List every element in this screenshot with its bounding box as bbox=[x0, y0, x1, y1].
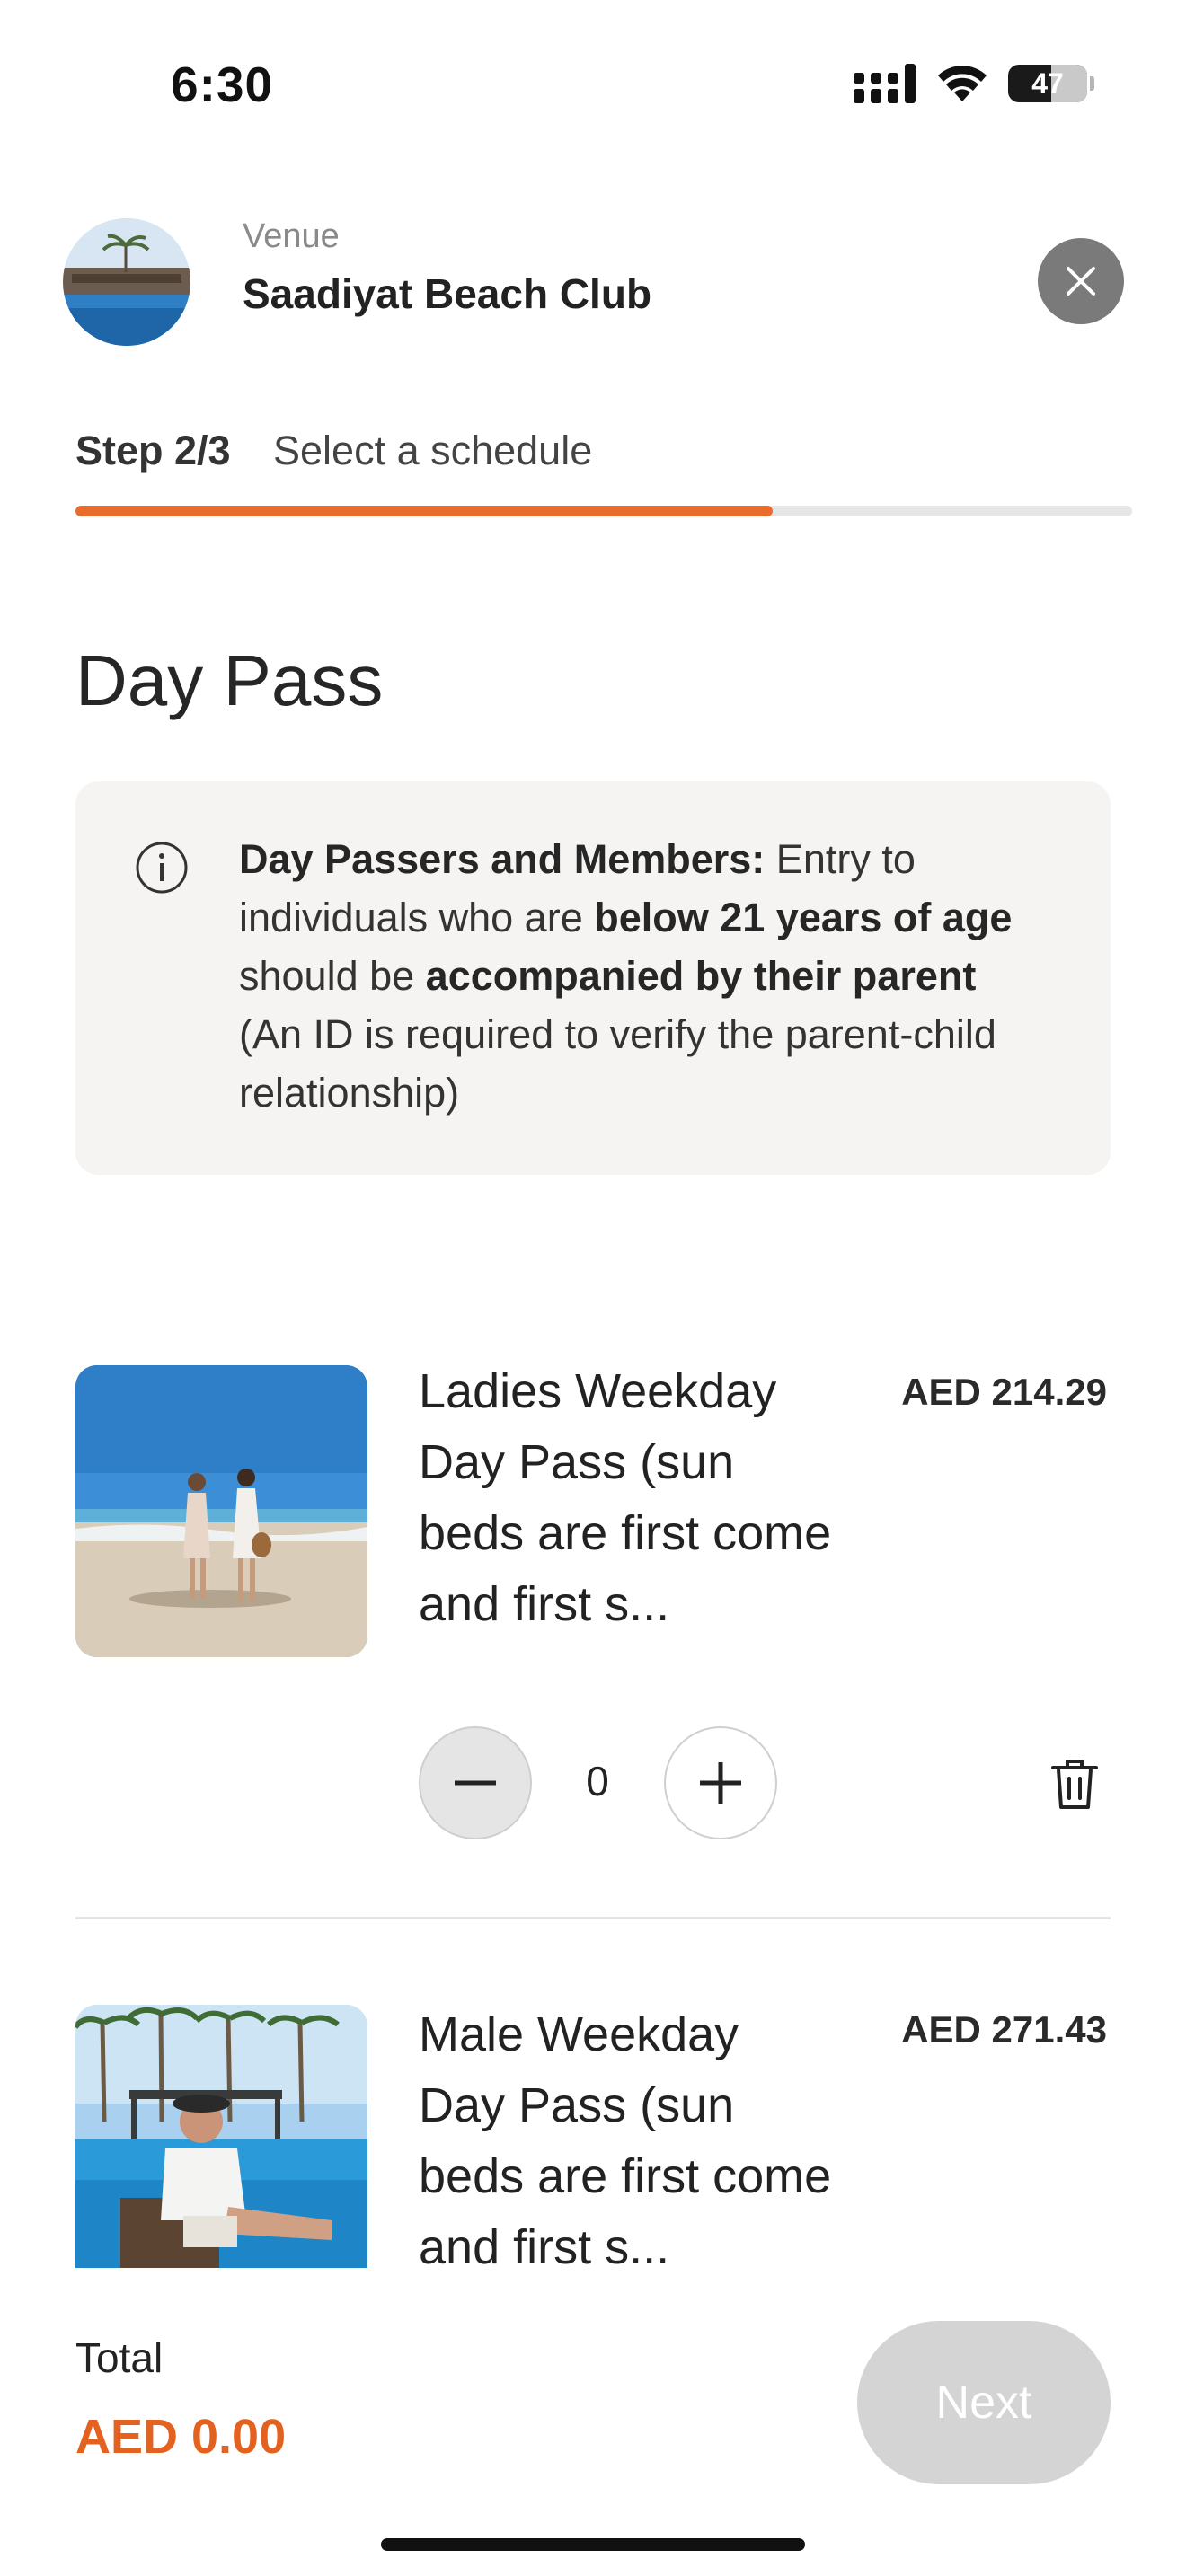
info-text-bold-3: accompanied by their parent bbox=[425, 953, 977, 999]
close-button[interactable] bbox=[1038, 238, 1124, 324]
signal-icon bbox=[854, 64, 916, 103]
product-price: AED 271.43 bbox=[901, 2008, 1107, 2051]
step-title: Select a schedule bbox=[273, 428, 593, 473]
venue-avatar bbox=[63, 218, 190, 346]
minus-icon bbox=[455, 1780, 496, 1786]
quantity-value: 0 bbox=[586, 1758, 609, 1804]
product-image-ladies-pass bbox=[75, 1365, 367, 1657]
close-icon bbox=[1067, 267, 1095, 296]
product-divider bbox=[75, 1917, 1111, 1919]
step-progress-fill bbox=[75, 506, 774, 516]
total-value: AED 0.00 bbox=[75, 2410, 287, 2464]
wifi-icon bbox=[938, 66, 987, 101]
product-image-male-pass bbox=[75, 2005, 367, 2268]
info-text-bold-1: Day Passers and Members: bbox=[239, 836, 766, 882]
battery-level: 47 bbox=[1031, 66, 1064, 100]
info-icon bbox=[136, 842, 188, 894]
info-text: Day Passers and Members: Entry to indivi… bbox=[239, 830, 1048, 1122]
battery-icon: 47 bbox=[1008, 65, 1094, 102]
info-text-bold-2: below 21 years of age bbox=[594, 895, 1013, 940]
info-text-4: should be bbox=[239, 953, 426, 999]
total-label: Total bbox=[75, 2334, 164, 2381]
info-notice: Day Passers and Members: Entry to indivi… bbox=[75, 781, 1111, 1175]
product-name: Male Weekday Day Pass (sun beds are firs… bbox=[419, 2007, 832, 2274]
step-progress-bar bbox=[75, 506, 1132, 516]
delete-trash-icon[interactable] bbox=[1049, 1757, 1100, 1811]
status-time: 6:30 bbox=[171, 57, 274, 112]
venue-caption: Venue bbox=[243, 217, 340, 255]
decrease-quantity-button[interactable] bbox=[419, 1726, 532, 1839]
info-text-6: (An ID is required to verify the parent-… bbox=[239, 1011, 996, 1116]
product-name: Ladies Weekday Day Pass (sun beds are fi… bbox=[419, 1364, 832, 1631]
plus-icon bbox=[700, 1762, 741, 1804]
next-button[interactable]: Next bbox=[857, 2321, 1111, 2484]
increase-quantity-button[interactable] bbox=[664, 1726, 777, 1839]
status-icons: 47 bbox=[854, 61, 1094, 106]
venue-name: Saadiyat Beach Club bbox=[243, 270, 652, 317]
section-title: Day Pass bbox=[75, 640, 384, 720]
product-price: AED 214.29 bbox=[901, 1371, 1107, 1413]
step-label: Step 2/3 bbox=[75, 428, 231, 473]
home-indicator[interactable] bbox=[381, 2538, 805, 2551]
